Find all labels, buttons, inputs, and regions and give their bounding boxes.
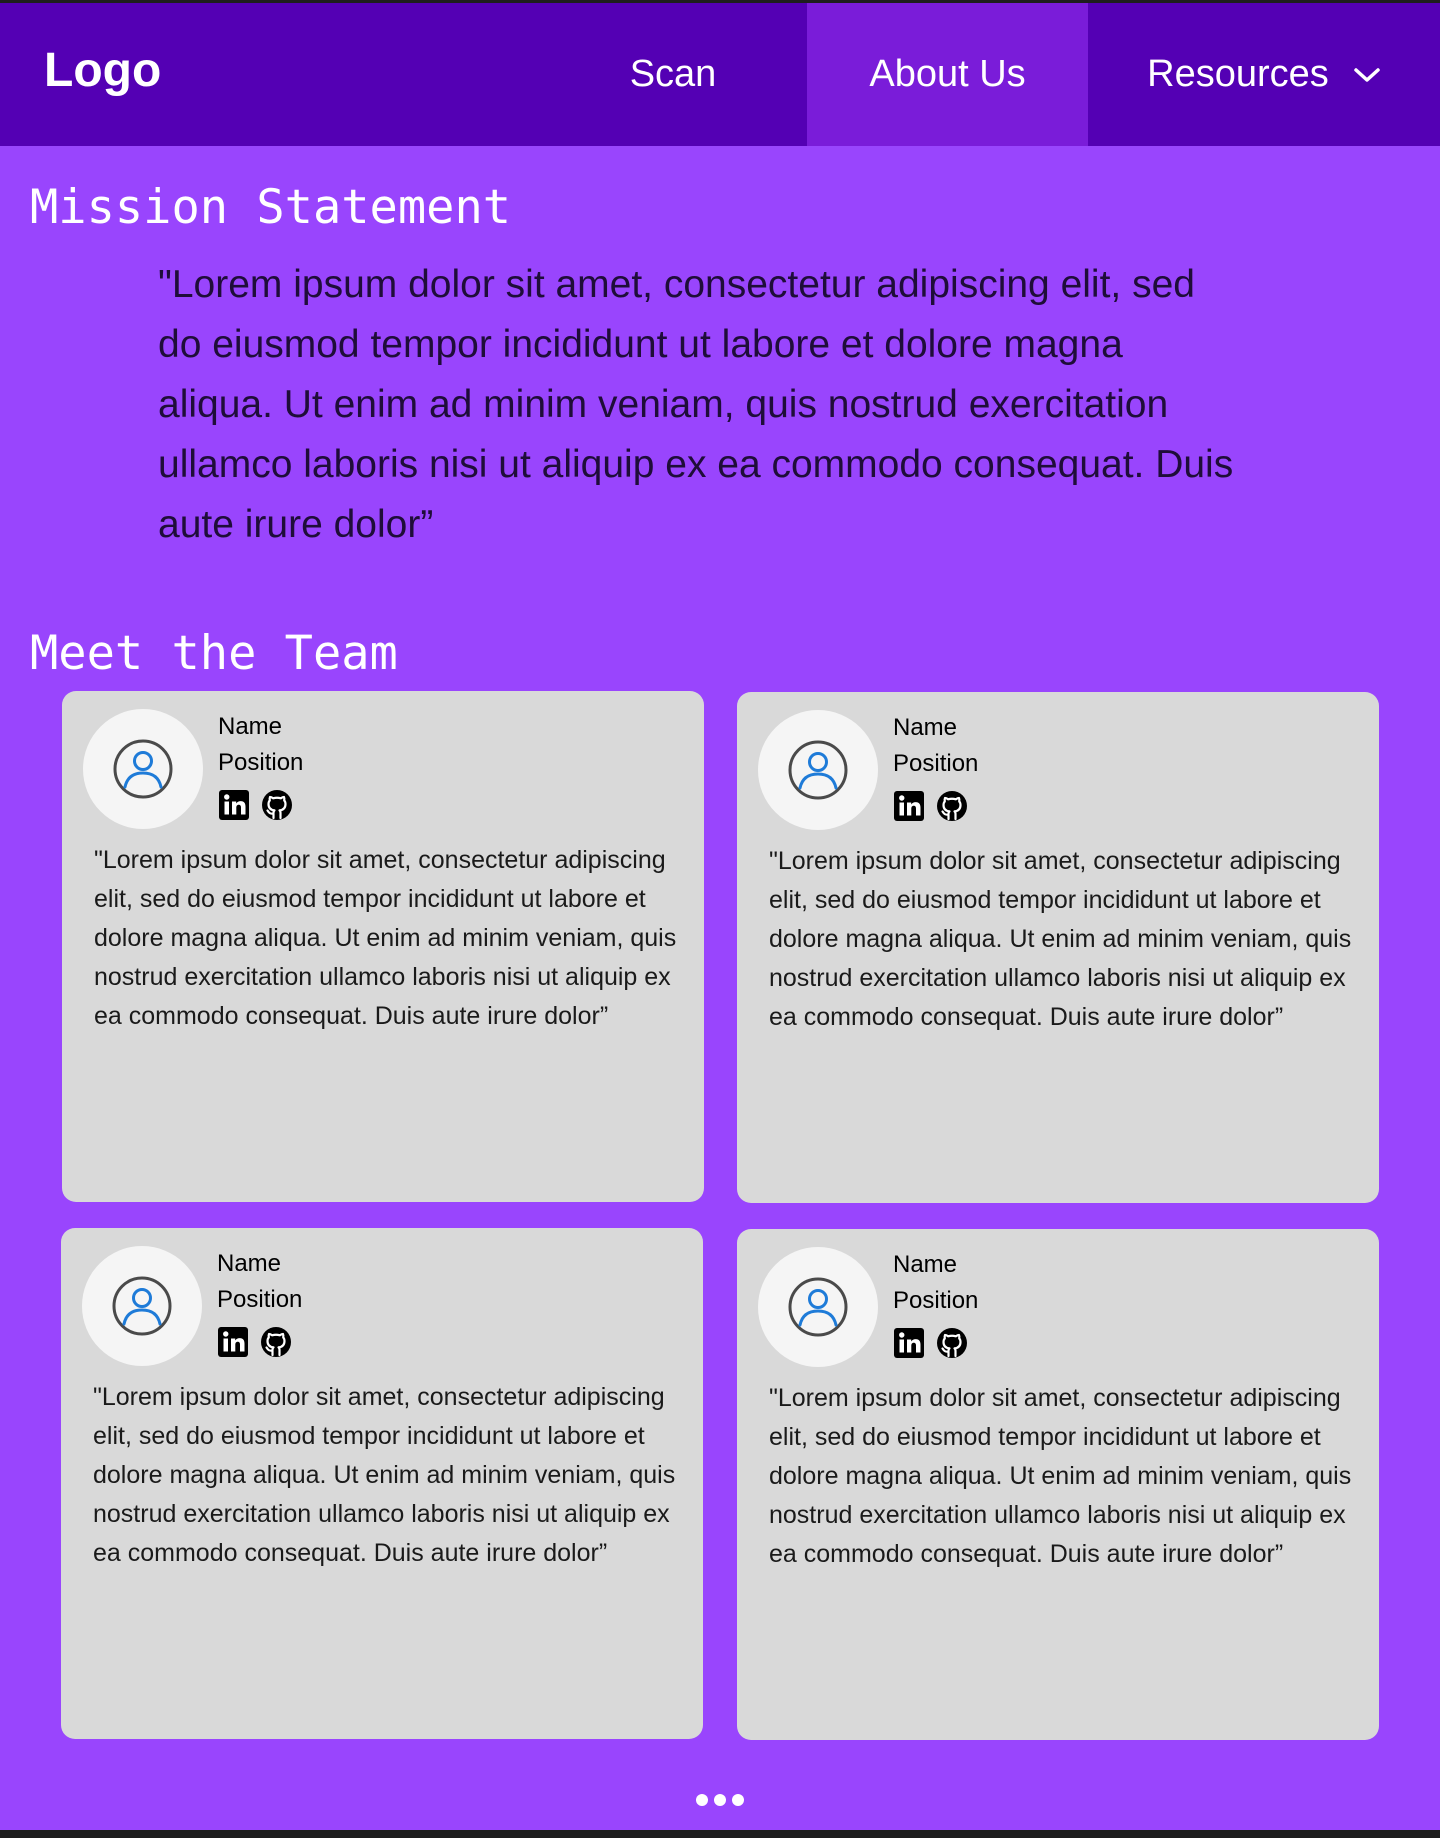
avatar [82, 1246, 202, 1366]
mission-statement: "Lorem ipsum dolor sit amet, consectetur… [158, 263, 1234, 546]
dot [696, 1794, 708, 1806]
team-title: Meet the Team [30, 626, 398, 681]
linkedin-icon[interactable] [893, 790, 925, 822]
member-bio: "Lorem ipsum dolor sit amet, consectetur… [769, 1384, 1352, 1568]
member-position: Position [893, 1287, 979, 1314]
member-bio: "Lorem ipsum dolor sit amet, consectetur… [769, 847, 1352, 1031]
nav-item-scan[interactable]: Scan [590, 3, 756, 146]
member-bio: "Lorem ipsum dolor sit amet, consectetur… [93, 1383, 676, 1567]
dot [732, 1794, 744, 1806]
github-icon[interactable] [260, 1326, 292, 1358]
nav-item-about-us[interactable]: About Us [807, 3, 1088, 146]
nav-item-label: About Us [869, 53, 1026, 95]
github-icon[interactable] [936, 1327, 968, 1359]
linkedin-icon[interactable] [217, 1326, 249, 1358]
member-position: Position [218, 749, 304, 776]
member-position: Position [217, 1286, 303, 1313]
more-dots-icon[interactable] [696, 1790, 744, 1810]
bottom-border [0, 1830, 1440, 1838]
avatar [758, 1247, 878, 1367]
user-avatar-icon [113, 739, 173, 799]
logo[interactable]: Logo [44, 43, 161, 98]
dot [714, 1794, 726, 1806]
avatar [83, 709, 203, 829]
nav-item-label: Resources [1147, 53, 1329, 95]
github-icon[interactable] [936, 790, 968, 822]
team-member-card: Name Position "Lorem ipsum dolor sit ame… [737, 1229, 1379, 1740]
team-member-card: Name Position "Lorem ipsum dolor sit ame… [737, 692, 1379, 1203]
mission-title: Mission Statement [30, 180, 512, 235]
nav-item-resources[interactable]: Resources [1088, 3, 1440, 146]
member-name: Name [893, 714, 958, 741]
linkedin-icon[interactable] [893, 1327, 925, 1359]
team-member-card: Name Position "Lorem ipsum dolor sit ame… [62, 691, 704, 1202]
user-avatar-icon [788, 1277, 848, 1337]
github-icon[interactable] [261, 789, 293, 821]
user-avatar-icon [112, 1276, 172, 1336]
navbar: Logo Scan About Us Resources [0, 3, 1440, 146]
team-member-card: Name Position "Lorem ipsum dolor sit ame… [61, 1228, 703, 1739]
linkedin-icon[interactable] [218, 789, 250, 821]
user-avatar-icon [788, 740, 848, 800]
member-name: Name [217, 1250, 282, 1277]
nav-item-label: Scan [629, 53, 717, 95]
member-position: Position [893, 750, 979, 777]
chevron-down-icon[interactable] [1353, 66, 1381, 84]
member-bio: "Lorem ipsum dolor sit amet, consectetur… [94, 846, 677, 1030]
avatar [758, 710, 878, 830]
member-name: Name [893, 1251, 958, 1278]
member-name: Name [218, 713, 283, 740]
